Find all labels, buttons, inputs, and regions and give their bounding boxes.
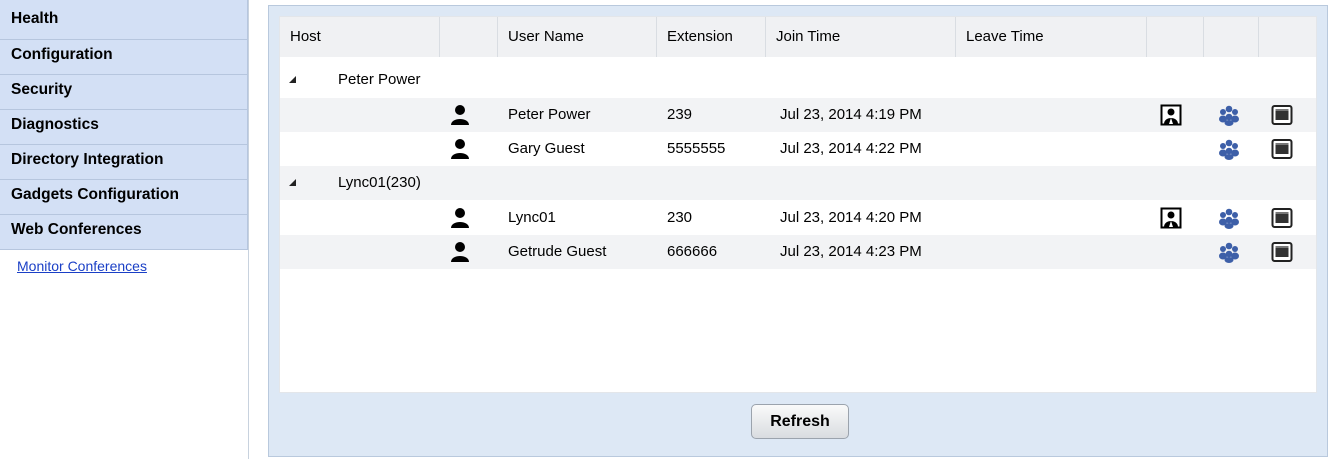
table-row[interactable]: Gary Guest 5555555 Jul 23, 2014 4:22 PM [280,132,1316,166]
refresh-button[interactable]: Refresh [751,404,849,439]
extension-cell: 666666 [667,243,718,260]
sidebar-nav: Health Configuration Security Diagnostic… [0,0,249,459]
column-header-screen[interactable] [1259,17,1316,57]
column-header-type[interactable] [440,17,498,57]
user-name-cell: Gary Guest [508,140,585,157]
nav-item-security[interactable]: Security [0,75,248,110]
join-time-cell: Jul 23, 2014 4:19 PM [780,106,922,123]
group-host-label: Peter Power [338,71,421,88]
extension-cell: 5555555 [667,140,726,157]
table-row[interactable]: Lync01 230 Jul 23, 2014 4:20 PM [280,201,1316,235]
presenter-icon[interactable] [1160,207,1182,229]
table-row[interactable]: Getrude Guest 666666 Jul 23, 2014 4:23 P… [280,235,1316,269]
user-icon [451,242,469,262]
column-header-join-time[interactable]: Join Time [766,17,956,57]
conference-panel: Host User Name Extension Join Time Leave… [268,5,1328,457]
user-name-cell: Getrude Guest [508,243,607,260]
nav-item-directory-integration[interactable]: Directory Integration [0,145,248,180]
attendees-icon[interactable] [1218,138,1240,160]
presenter-icon[interactable] [1160,104,1182,126]
column-header-user-name[interactable]: User Name [498,17,657,57]
screen-share-icon[interactable] [1271,104,1293,126]
screen-share-icon[interactable] [1271,207,1293,229]
user-icon [451,139,469,159]
join-time-cell: Jul 23, 2014 4:22 PM [780,140,922,157]
nav-item-gadgets-configuration[interactable]: Gadgets Configuration [0,180,248,215]
collapse-triangle-icon[interactable] [288,75,298,85]
monitor-conferences-link[interactable]: Monitor Conferences [17,258,248,274]
user-name-cell: Lync01 [508,209,556,226]
nav-item-diagnostics[interactable]: Diagnostics [0,110,248,145]
join-time-cell: Jul 23, 2014 4:20 PM [780,209,922,226]
nav-item-health[interactable]: Health [0,0,248,40]
attendees-icon[interactable] [1218,241,1240,263]
extension-cell: 239 [667,106,693,123]
nav-item-web-conferences[interactable]: Web Conferences [0,215,248,250]
conference-grid: Host User Name Extension Join Time Leave… [279,16,1317,393]
column-header-extension[interactable]: Extension [657,17,766,57]
user-icon [451,105,469,125]
column-header-presenter[interactable] [1147,17,1204,57]
group-row[interactable]: Peter Power [280,63,1316,97]
screen-share-icon[interactable] [1271,241,1293,263]
column-header-leave-time[interactable]: Leave Time [956,17,1147,57]
attendees-icon[interactable] [1218,104,1240,126]
user-name-cell: Peter Power [508,106,591,123]
column-header-attendees[interactable] [1204,17,1259,57]
screen-share-icon[interactable] [1271,138,1293,160]
column-header-host[interactable]: Host [280,17,440,57]
attendees-icon[interactable] [1218,207,1240,229]
table-row[interactable]: Peter Power 239 Jul 23, 2014 4:19 PM [280,98,1316,132]
join-time-cell: Jul 23, 2014 4:23 PM [780,243,922,260]
collapse-triangle-icon[interactable] [288,178,298,188]
group-row[interactable]: Lync01(230) [280,166,1316,200]
group-host-label: Lync01(230) [338,174,421,191]
nav-item-configuration[interactable]: Configuration [0,40,248,75]
extension-cell: 230 [667,209,693,226]
user-icon [451,208,469,228]
